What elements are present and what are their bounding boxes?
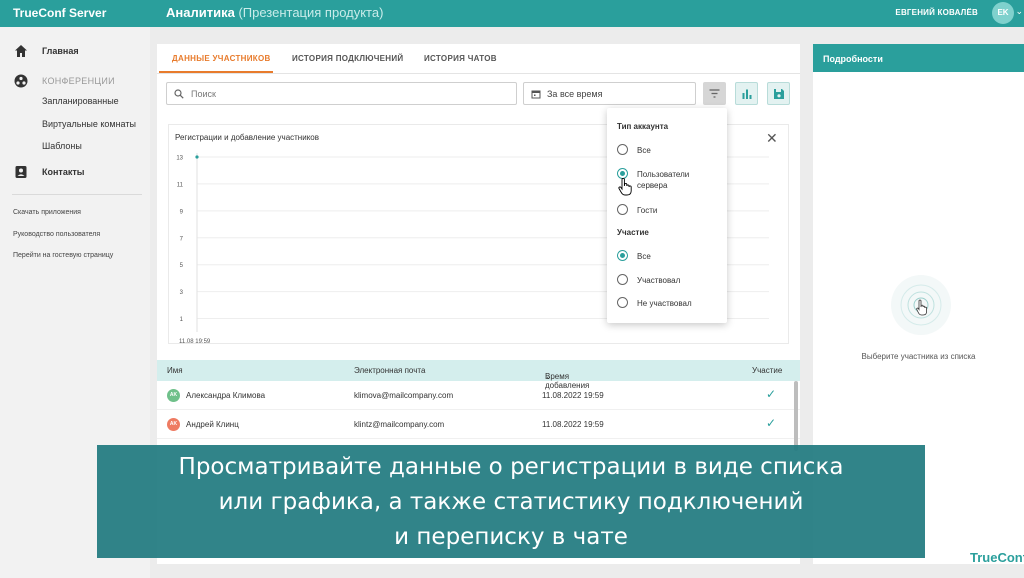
conference-icon: [14, 74, 28, 88]
table-header: Имя Электронная почта Время добавления ⌄…: [157, 360, 800, 390]
radio-button[interactable]: [617, 250, 628, 261]
chart-title: Регистрации и добавление участников: [175, 133, 319, 142]
details-header: Подробности: [813, 44, 1024, 72]
radio-account-guests[interactable]: Гости: [617, 202, 722, 218]
column-participation[interactable]: Участие: [752, 366, 782, 375]
radio-label: Гости: [637, 206, 658, 215]
link-guest-page[interactable]: Перейти на гостевую страницу: [13, 252, 113, 259]
x-tick-label: 11.08 19:59: [179, 339, 211, 345]
caption-line: Просматривайте данные о регистрации в ви…: [178, 454, 844, 480]
tab-participants-data[interactable]: ДАННЫЕ УЧАСТНИКОВ: [172, 54, 271, 63]
radio-participation-not-participated[interactable]: Не участвовал: [617, 295, 722, 311]
details-hint: Выберите участника из списка: [861, 352, 976, 361]
participant-email: klimova@mailcompany.com: [354, 391, 454, 400]
sidebar-section-conferences[interactable]: КОНФЕРЕНЦИИ: [0, 72, 150, 92]
radio-label: Пользователи сервера: [637, 170, 690, 190]
sidebar-item-virtual-rooms[interactable]: Виртуальные комнаты: [42, 119, 136, 129]
hand-cursor-icon: [618, 178, 632, 196]
page-subtitle: (Презентация продукта): [238, 5, 384, 20]
sidebar-item-templates[interactable]: Шаблоны: [42, 141, 82, 151]
table-scrollbar[interactable]: [794, 381, 798, 451]
export-button[interactable]: [767, 82, 790, 105]
participant-added-time: 11.08.2022 19:59: [542, 420, 604, 429]
radio-label: Участвовал: [637, 276, 681, 285]
radio-participation-participated[interactable]: Участвовал: [617, 272, 722, 288]
radio-button[interactable]: [617, 144, 628, 155]
calendar-icon: [531, 90, 541, 99]
y-tick-label: 13: [176, 156, 183, 162]
radio-label: Все: [637, 146, 651, 155]
account-type-heading: Тип аккаунта: [617, 122, 669, 131]
y-tick-label: 1: [180, 317, 184, 323]
y-tick-label: 11: [177, 182, 184, 188]
bar-chart-icon: [742, 89, 752, 99]
participant-added-time: 11.08.2022 19:59: [542, 391, 604, 400]
link-user-guide[interactable]: Руководство пользователя: [13, 231, 100, 238]
check-icon: ✓: [766, 416, 777, 430]
radio-account-server-users[interactable]: Пользователи сервера: [617, 166, 722, 192]
avatar: AK: [167, 389, 180, 402]
radio-participation-all[interactable]: Все: [617, 248, 722, 264]
check-icon: ✓: [766, 387, 777, 401]
trueconf-watermark: TrueConf: [970, 550, 1024, 565]
tab-connection-history[interactable]: ИСТОРИЯ ПОДКЛЮЧЕНИЙ: [292, 54, 403, 63]
participation-heading: Участие: [617, 228, 649, 237]
close-icon[interactable]: ✕: [766, 130, 778, 147]
chevron-down-icon[interactable]: ⌄: [1015, 6, 1023, 17]
user-avatar[interactable]: EK: [992, 2, 1014, 24]
save-icon: [774, 89, 784, 99]
y-tick-label: 5: [180, 263, 184, 269]
date-range-value: За все время: [547, 89, 603, 99]
data-point: [195, 155, 199, 159]
brand-logo[interactable]: TrueConf Server: [13, 6, 106, 20]
participant-name: Андрей Клинц: [186, 420, 239, 429]
user-name[interactable]: ЕВГЕНИЙ КОВАЛЁВ: [895, 8, 978, 17]
tab-chat-history[interactable]: ИСТОРИЯ ЧАТОВ: [424, 54, 497, 63]
table-row[interactable]: AK Александра Климова klimova@mailcompan…: [157, 381, 800, 410]
column-email[interactable]: Электронная почта: [354, 366, 425, 375]
radio-button[interactable]: [617, 297, 628, 308]
tabs-divider: [157, 73, 800, 74]
caption-line: и переписку в чате: [394, 524, 628, 550]
sidebar-divider: [12, 194, 142, 195]
sidebar-section-label: КОНФЕРЕНЦИИ: [42, 76, 115, 86]
sidebar-item-home[interactable]: Главная: [0, 42, 150, 62]
sidebar-item-label: Контакты: [42, 167, 85, 177]
page-title: Аналитика (Презентация продукта): [166, 5, 383, 20]
radio-label: Все: [637, 252, 651, 261]
radio-button[interactable]: [617, 204, 628, 215]
page-title-main: Аналитика: [166, 5, 235, 20]
search-input[interactable]: Поиск: [166, 82, 517, 105]
column-name[interactable]: Имя: [167, 366, 183, 375]
table-row[interactable]: AK Андрей Клинц klintz@mailcompany.com 1…: [157, 410, 800, 439]
home-icon: [15, 45, 27, 57]
y-tick-label: 9: [180, 209, 184, 215]
date-range-select[interactable]: За все время: [523, 82, 696, 105]
caption-line: или графика, а также статистику подключе…: [218, 489, 804, 515]
top-bar: TrueConf Server Аналитика (Презентация п…: [0, 0, 1024, 27]
sidebar-item-contacts[interactable]: Контакты: [0, 163, 150, 183]
filter-button[interactable]: [703, 82, 726, 105]
select-participant-icon: [891, 275, 951, 335]
filter-dropdown: Тип аккаунта Все Пользователи сервера Го…: [607, 108, 727, 323]
radio-button[interactable]: [617, 274, 628, 285]
participant-name: Александра Климова: [186, 391, 266, 400]
link-download-apps[interactable]: Скачать приложения: [13, 209, 81, 216]
sort-chevron-icon: ⌄: [545, 372, 552, 381]
chart-view-button[interactable]: [735, 82, 758, 105]
video-caption: Просматривайте данные о регистрации в ви…: [97, 445, 925, 558]
contacts-icon: [15, 166, 27, 178]
details-title: Подробности: [823, 54, 883, 64]
filter-icon: [709, 89, 720, 98]
radio-account-all[interactable]: Все: [617, 142, 722, 158]
sidebar-item-scheduled[interactable]: Запланированные: [42, 96, 119, 106]
search-placeholder: Поиск: [191, 89, 216, 99]
y-tick-label: 7: [180, 236, 184, 242]
sidebar-item-label: Главная: [42, 46, 79, 56]
radio-label: Не участвовал: [637, 299, 692, 308]
participant-email: klintz@mailcompany.com: [354, 420, 445, 429]
y-tick-label: 3: [180, 290, 184, 296]
search-icon: [174, 89, 184, 99]
avatar: AK: [167, 418, 180, 431]
